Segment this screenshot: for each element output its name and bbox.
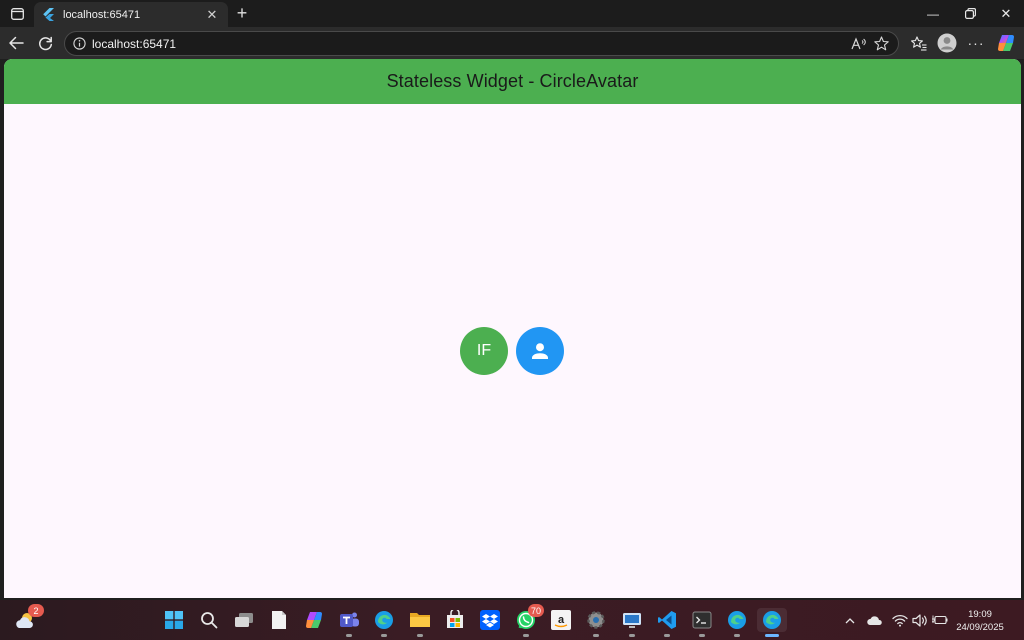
weather-badge: 2 bbox=[28, 604, 44, 617]
chevron-up-icon[interactable] bbox=[842, 612, 858, 628]
more-icon[interactable]: ··· bbox=[964, 31, 988, 55]
weather-widget-icon[interactable]: 2 bbox=[14, 604, 44, 632]
volume-icon[interactable] bbox=[912, 612, 928, 628]
minimize-button[interactable]: — bbox=[920, 0, 946, 27]
terminal-icon[interactable] bbox=[690, 608, 714, 637]
start-icon[interactable] bbox=[162, 608, 186, 632]
browser-toolbar: localhost:65471 ··· bbox=[0, 27, 1024, 59]
running-indicator bbox=[417, 634, 423, 637]
app-bar-title: Stateless Widget - CircleAvatar bbox=[386, 71, 639, 91]
running-indicator bbox=[734, 634, 740, 637]
browser-tab[interactable]: localhost:65471 ✕ bbox=[34, 2, 228, 27]
amazon-icon[interactable]: a bbox=[549, 608, 573, 632]
person-icon bbox=[530, 341, 550, 361]
avatar-row: IF bbox=[460, 327, 564, 375]
running-indicator bbox=[346, 634, 352, 637]
onedrive-icon[interactable] bbox=[867, 612, 883, 628]
teams-icon[interactable] bbox=[337, 608, 361, 637]
clock-date: 24/09/2025 bbox=[956, 622, 1004, 633]
vscode-icon[interactable] bbox=[655, 608, 679, 637]
wifi-icon[interactable] bbox=[892, 612, 908, 628]
svg-text:a: a bbox=[558, 614, 565, 626]
tab-title: localhost:65471 bbox=[63, 8, 141, 21]
whatsapp-badge: 70 bbox=[527, 604, 544, 617]
battery-icon[interactable] bbox=[932, 612, 948, 628]
dropbox-icon[interactable] bbox=[478, 608, 502, 632]
notepad-icon[interactable] bbox=[267, 608, 291, 632]
read-aloud-icon[interactable] bbox=[848, 34, 870, 54]
web-page: Stateless Widget - CircleAvatar IF bbox=[4, 59, 1021, 598]
search-icon[interactable] bbox=[197, 608, 221, 632]
running-indicator bbox=[523, 634, 529, 637]
settings-icon[interactable] bbox=[584, 608, 608, 637]
copilot-taskbar-icon[interactable] bbox=[302, 608, 326, 632]
clock-time: 19:09 bbox=[968, 609, 992, 620]
edge-icon-2[interactable] bbox=[725, 608, 749, 637]
running-indicator bbox=[664, 634, 670, 637]
running-indicator bbox=[381, 634, 387, 637]
task-view-icon[interactable] bbox=[232, 608, 256, 632]
edge-icon[interactable] bbox=[372, 608, 396, 637]
running-indicator bbox=[699, 634, 705, 637]
avatar-initials: IF bbox=[476, 342, 492, 359]
profile-icon[interactable] bbox=[935, 31, 959, 55]
address-bar[interactable]: localhost:65471 bbox=[64, 31, 899, 56]
restore-button[interactable] bbox=[957, 0, 983, 27]
url-text[interactable]: localhost:65471 bbox=[92, 37, 848, 51]
new-tab-button[interactable]: + bbox=[232, 2, 252, 24]
icon-avatar bbox=[516, 327, 564, 375]
whatsapp-icon[interactable]: 70 bbox=[514, 604, 544, 637]
favorite-star-icon[interactable] bbox=[870, 34, 892, 54]
browser-title-bar: localhost:65471 ✕ + — ✕ bbox=[0, 0, 1024, 27]
copilot-icon[interactable] bbox=[994, 31, 1018, 55]
flutter-favicon bbox=[42, 8, 55, 21]
running-indicator bbox=[629, 634, 635, 637]
tab-close-icon[interactable]: ✕ bbox=[204, 7, 220, 23]
system-clock[interactable]: 19:09 24/09/2025 bbox=[950, 608, 1010, 634]
file-explorer-icon[interactable] bbox=[408, 608, 432, 637]
running-indicator bbox=[593, 634, 599, 637]
app-bar: Stateless Widget - CircleAvatar bbox=[4, 59, 1021, 104]
refresh-icon[interactable] bbox=[33, 31, 57, 55]
back-arrow-icon[interactable] bbox=[4, 31, 28, 55]
remote-desktop-icon[interactable] bbox=[620, 608, 644, 637]
initials-avatar: IF bbox=[460, 327, 508, 375]
favorites-icon[interactable] bbox=[907, 31, 931, 55]
info-icon[interactable] bbox=[72, 37, 86, 51]
close-window-button[interactable]: ✕ bbox=[993, 0, 1019, 27]
sidebar-icon[interactable] bbox=[6, 0, 28, 27]
store-icon[interactable] bbox=[443, 608, 467, 632]
edge-active-icon[interactable] bbox=[757, 608, 787, 637]
active-indicator bbox=[765, 634, 779, 637]
windows-taskbar: 2 70 a 19:09 24/09/2025 bbox=[0, 600, 1024, 640]
